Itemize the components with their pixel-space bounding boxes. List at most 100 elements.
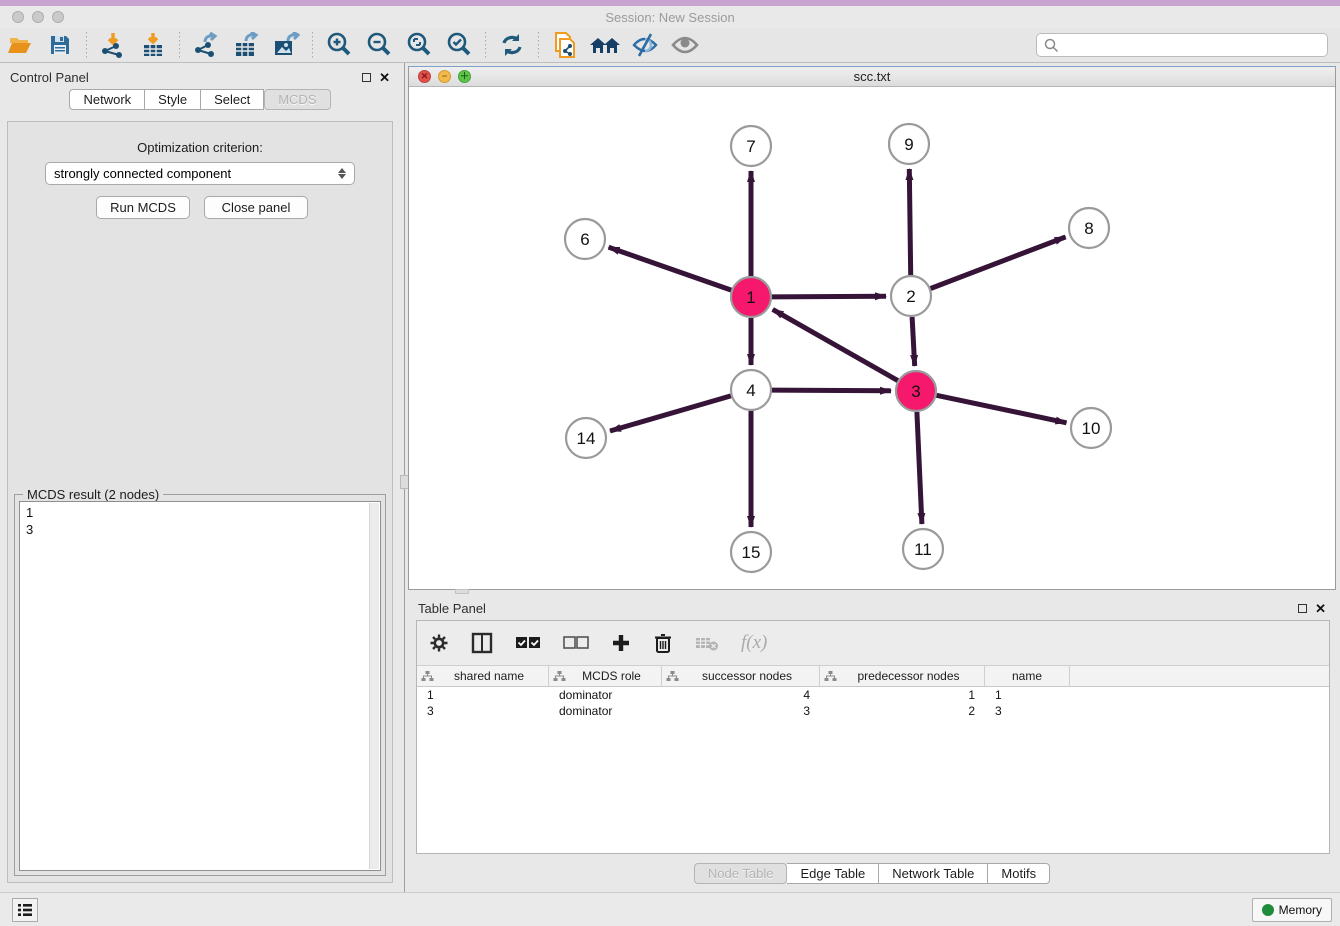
graph-node-4[interactable]: 4 bbox=[731, 370, 771, 410]
float-panel-icon[interactable] bbox=[362, 73, 371, 82]
close-panel-icon[interactable]: ✕ bbox=[1315, 602, 1326, 615]
toolbar-separator bbox=[538, 32, 539, 58]
tab-network-table[interactable]: Network Table bbox=[879, 863, 988, 884]
select-all-icon[interactable] bbox=[515, 635, 541, 651]
table-cell[interactable]: 1 bbox=[985, 688, 1070, 702]
graph-node-10[interactable]: 10 bbox=[1071, 408, 1111, 448]
table-cell[interactable]: 1 bbox=[820, 688, 985, 702]
graph-node-14[interactable]: 14 bbox=[566, 418, 606, 458]
edge-1-6[interactable] bbox=[609, 247, 732, 290]
edge-3-10[interactable] bbox=[937, 395, 1067, 423]
graph-node-9[interactable]: 9 bbox=[889, 124, 929, 164]
sort-icon[interactable] bbox=[421, 670, 434, 682]
table-row[interactable]: 1dominator411 bbox=[417, 687, 1329, 703]
export-image-button[interactable] bbox=[269, 30, 303, 60]
zoom-out-button[interactable] bbox=[362, 30, 396, 60]
task-history-button[interactable] bbox=[12, 898, 38, 922]
column-header-shared-name[interactable]: shared name bbox=[417, 666, 549, 686]
zoom-fit-button[interactable] bbox=[402, 30, 436, 60]
edge-4-14[interactable] bbox=[610, 396, 731, 431]
float-panel-icon[interactable] bbox=[1298, 604, 1307, 613]
zoom-selected-button[interactable] bbox=[442, 30, 476, 60]
open-session-button[interactable] bbox=[3, 30, 37, 60]
show-graphics-button[interactable] bbox=[668, 30, 702, 60]
network-view-window: ✕ − ＋ scc.txt 7 9 6 8 1 2 4 3 14 bbox=[408, 66, 1336, 590]
close-panel-button[interactable]: Close panel bbox=[204, 196, 308, 219]
edge-2-3[interactable] bbox=[912, 317, 915, 366]
horizontal-split-grip[interactable] bbox=[455, 589, 469, 594]
result-scrollbar[interactable] bbox=[369, 503, 379, 869]
graph-node-2[interactable]: 2 bbox=[891, 276, 931, 316]
node-table[interactable]: shared name MCDS role successor nodes pr… bbox=[417, 666, 1329, 853]
search-box[interactable] bbox=[1036, 33, 1328, 57]
node-label: 3 bbox=[911, 382, 920, 401]
table-cell[interactable]: 1 bbox=[417, 688, 549, 702]
deselect-all-icon[interactable] bbox=[563, 635, 589, 651]
tab-mcds[interactable]: MCDS bbox=[264, 89, 330, 110]
column-header-successor-nodes[interactable]: successor nodes bbox=[662, 666, 820, 686]
network-window-titlebar[interactable]: ✕ − ＋ scc.txt bbox=[409, 67, 1335, 87]
edge-3-11[interactable] bbox=[917, 412, 922, 524]
table-cell[interactable]: 3 bbox=[662, 704, 820, 718]
sort-icon[interactable] bbox=[553, 670, 566, 682]
graph-node-7[interactable]: 7 bbox=[731, 126, 771, 166]
sort-icon[interactable] bbox=[824, 670, 837, 682]
search-input[interactable] bbox=[1059, 35, 1327, 55]
table-cell[interactable]: 2 bbox=[820, 704, 985, 718]
tab-select[interactable]: Select bbox=[201, 89, 264, 110]
edge-3-1[interactable] bbox=[773, 309, 898, 380]
graph-node-6[interactable]: 6 bbox=[565, 219, 605, 259]
clone-network-button[interactable] bbox=[548, 30, 582, 60]
edge-2-9[interactable] bbox=[909, 169, 910, 275]
graph-node-11[interactable]: 11 bbox=[903, 529, 943, 569]
network-canvas[interactable]: 7 9 6 8 1 2 4 3 14 10 15 11 bbox=[409, 87, 1335, 589]
run-mcds-button[interactable]: Run MCDS bbox=[96, 196, 190, 219]
control-panel: Control Panel ✕ Network Style Select MCD… bbox=[0, 65, 400, 887]
graph-node-1[interactable]: 1 bbox=[731, 277, 771, 317]
graph-node-8[interactable]: 8 bbox=[1069, 208, 1109, 248]
gear-icon[interactable] bbox=[429, 633, 449, 653]
refresh-button[interactable] bbox=[495, 30, 529, 60]
network-graph[interactable]: 7 9 6 8 1 2 4 3 14 10 15 11 bbox=[409, 87, 1335, 589]
mcds-result-textarea[interactable]: 1 3 bbox=[19, 501, 381, 871]
tab-network[interactable]: Network bbox=[69, 89, 145, 110]
sort-icon[interactable] bbox=[666, 670, 679, 682]
refresh-icon bbox=[498, 32, 526, 58]
zoom-in-button[interactable] bbox=[322, 30, 356, 60]
column-header-name[interactable]: name bbox=[985, 666, 1070, 686]
table-cell[interactable]: dominator bbox=[549, 688, 662, 702]
add-column-icon[interactable] bbox=[611, 633, 631, 653]
edge-1-2[interactable] bbox=[772, 296, 886, 297]
export-table-button[interactable] bbox=[229, 30, 263, 60]
table-cell[interactable]: 3 bbox=[985, 704, 1070, 718]
graph-node-15[interactable]: 15 bbox=[731, 532, 771, 572]
home-views-button[interactable] bbox=[588, 30, 622, 60]
split-panel-icon[interactable] bbox=[471, 632, 493, 654]
column-header-MCDS-role[interactable]: MCDS role bbox=[549, 666, 662, 686]
tab-motifs[interactable]: Motifs bbox=[988, 863, 1050, 884]
delete-table-icon[interactable] bbox=[695, 634, 719, 652]
function-builder-icon[interactable]: f(x) bbox=[741, 632, 767, 654]
table-cell[interactable]: 3 bbox=[417, 704, 549, 718]
import-network-button[interactable] bbox=[96, 30, 130, 60]
edge-4-3[interactable] bbox=[772, 390, 891, 391]
table-cell[interactable]: 4 bbox=[662, 688, 820, 702]
edge-2-8[interactable] bbox=[931, 237, 1066, 289]
delete-column-icon[interactable] bbox=[653, 632, 673, 654]
column-header-predecessor-nodes[interactable]: predecessor nodes bbox=[820, 666, 985, 686]
save-session-button[interactable] bbox=[43, 30, 77, 60]
table-row[interactable]: 3dominator323 bbox=[417, 703, 1329, 719]
optimization-criterion-select[interactable]: strongly connected component bbox=[45, 162, 355, 185]
close-panel-icon[interactable]: ✕ bbox=[379, 71, 390, 84]
tab-node-table[interactable]: Node Table bbox=[694, 863, 788, 884]
export-network-button[interactable] bbox=[189, 30, 223, 60]
toolbar-separator bbox=[86, 32, 87, 58]
import-table-button[interactable] bbox=[136, 30, 170, 60]
column-label: shared name bbox=[434, 669, 544, 683]
graph-node-3[interactable]: 3 bbox=[896, 371, 936, 411]
tab-style[interactable]: Style bbox=[145, 89, 201, 110]
tab-edge-table[interactable]: Edge Table bbox=[787, 863, 879, 884]
memory-button[interactable]: Memory bbox=[1252, 898, 1332, 922]
hide-graphics-button[interactable] bbox=[628, 30, 662, 60]
table-cell[interactable]: dominator bbox=[549, 704, 662, 718]
